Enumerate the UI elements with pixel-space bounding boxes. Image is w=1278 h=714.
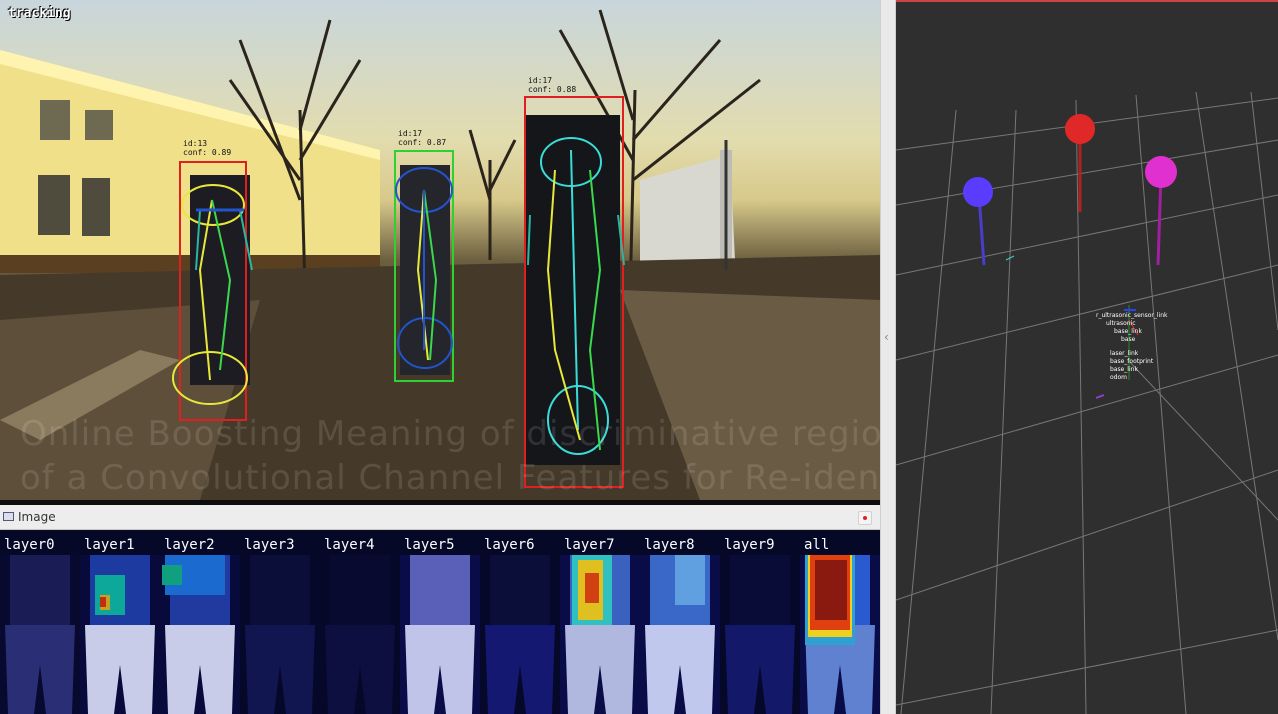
- heatmap-layer6: [480, 555, 560, 714]
- layer-label-layer7: layer7: [564, 537, 615, 553]
- layer-label-layer4: layer4: [324, 537, 375, 553]
- track-id-1: id:13: [183, 139, 208, 148]
- heatmap-layer3: [240, 555, 320, 714]
- frame-label-4: base: [1121, 336, 1136, 343]
- layer-col-layer7: layer7: [560, 531, 640, 714]
- heatmap-layer2: [160, 555, 240, 714]
- track-label-3: id:17 conf: 0.88: [528, 76, 576, 94]
- heatmap-all: [800, 555, 880, 714]
- track-label-1: id:13 conf: 0.89: [183, 139, 231, 157]
- rviz-grid: [896, 91, 1278, 714]
- frame-label-7: base_link: [1110, 366, 1138, 373]
- rviz-top-border: [896, 0, 1278, 2]
- image-titlebar[interactable]: Image: [0, 505, 880, 530]
- frame-label-2: ultrasonic: [1106, 320, 1136, 327]
- marker-blue: [963, 177, 993, 266]
- layer-label-layer3: layer3: [244, 537, 295, 553]
- layer-label-layer6: layer6: [484, 537, 535, 553]
- layer-label-layer1: layer1: [84, 537, 135, 553]
- track-conf-2: conf: 0.87: [398, 138, 447, 147]
- heatmap-layer9: [720, 555, 800, 714]
- marker-magenta: [1145, 156, 1177, 266]
- track-label-2: id:17 conf: 0.87: [398, 129, 446, 147]
- watermark-line-1: Online Boosting Meaning of discriminativ…: [20, 414, 880, 454]
- panel-splitter[interactable]: ‹: [880, 0, 896, 714]
- layer-col-layer5: layer5: [400, 531, 480, 714]
- person-2: [394, 150, 454, 382]
- layer-col-layer9: layer9: [720, 531, 800, 714]
- marker-red: [1065, 114, 1095, 212]
- close-icon[interactable]: [858, 511, 872, 525]
- camera-view: tracking id:13 conf: 0.89 id:17 conf: 0.…: [0, 0, 880, 500]
- heatmap-layer8: [640, 555, 720, 714]
- heatmap-layer5: [400, 555, 480, 714]
- layer-label-layer9: layer9: [724, 537, 775, 553]
- heatmap-layer1: [80, 555, 160, 714]
- frame-label-5: laser_link: [1110, 350, 1139, 357]
- layer-col-layer3: layer3: [240, 531, 320, 714]
- image-panel-title: Image: [18, 510, 56, 524]
- camera-title: tracking: [8, 6, 71, 21]
- frame-label-1: r_ultrasonic_sensor_link: [1096, 312, 1168, 319]
- track-id-3: id:17: [528, 76, 553, 85]
- layer-label-layer2: layer2: [164, 537, 215, 553]
- layer-col-layer4: layer4: [320, 531, 400, 714]
- layer-col-layer0: layer0: [0, 531, 80, 714]
- frame-label-6: base_footprint: [1110, 358, 1154, 365]
- rviz-3d-view[interactable]: r_ultrasonic_sensor_link ultrasonic base…: [896, 0, 1278, 714]
- layer-col-layer1: layer1: [80, 531, 160, 714]
- layer-label-layer8: layer8: [644, 537, 695, 553]
- frame-label-3: base_link: [1114, 328, 1142, 335]
- track-conf-3: conf: 0.88: [528, 85, 577, 94]
- layer-col-layer6: layer6: [480, 531, 560, 714]
- watermark-line-2: of a Convolutional Channel Features for …: [20, 458, 880, 498]
- layer-label-layer5: layer5: [404, 537, 455, 553]
- chevron-left-icon[interactable]: ‹: [884, 330, 889, 344]
- layer-col-all: all: [800, 531, 880, 714]
- track-id-2: id:17: [398, 129, 423, 138]
- layer-col-layer2: layer2: [160, 531, 240, 714]
- window-icon: [3, 512, 14, 521]
- track-conf-1: conf: 0.89: [183, 148, 232, 157]
- heatmap-layer0: [0, 555, 80, 714]
- frame-label-8: odom: [1110, 374, 1127, 381]
- layer-label-layer0: layer0: [4, 537, 55, 553]
- layer-col-layer8: layer8: [640, 531, 720, 714]
- heatmap-layer7: [560, 555, 640, 714]
- heatmap-layer4: [320, 555, 400, 714]
- layer-label-all: all: [804, 537, 830, 553]
- layers-strip: layer0 layer1 layer2 layer3 layer4 layer5 laye…: [0, 531, 880, 714]
- image-panel: Image layer0 layer1 layer2 layer3 layer4 laye…: [0, 505, 880, 714]
